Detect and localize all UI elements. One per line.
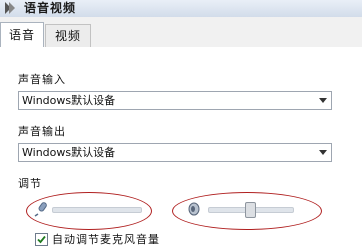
checkmark-icon [37, 235, 46, 244]
auto-adjust-checkbox[interactable] [35, 233, 48, 246]
chevron-down-icon [319, 150, 327, 155]
voice-input-value: Windows默认设备 [22, 94, 116, 107]
auto-adjust-label: 自动调节麦克风音量 [52, 233, 160, 246]
window-title: 语音视频 [24, 1, 77, 15]
tab-bar: 语音 视频 [0, 17, 362, 48]
speaker-volume-thumb[interactable] [245, 202, 256, 218]
voice-output-value: Windows默认设备 [22, 146, 116, 159]
microphone-icon [34, 201, 50, 220]
voice-input-label: 声音输入 [18, 73, 66, 86]
voice-output-select[interactable]: Windows默认设备 [18, 143, 332, 162]
mic-volume-slider[interactable] [52, 207, 142, 213]
app-logo-icon [2, 0, 18, 16]
tab-voice[interactable]: 语音 [0, 22, 44, 48]
voice-input-select[interactable]: Windows默认设备 [18, 91, 332, 110]
tab-video[interactable]: 视频 [45, 24, 91, 47]
chevron-down-icon [319, 98, 327, 103]
adjust-label: 调节 [18, 177, 42, 190]
voice-output-label: 声音输出 [18, 125, 66, 138]
voice-panel: 声音输入 Windows默认设备 声音输出 Windows默认设备 调节 自动调… [0, 47, 362, 246]
speaker-icon [187, 202, 201, 219]
title-bar: 语音视频 [0, 0, 362, 18]
